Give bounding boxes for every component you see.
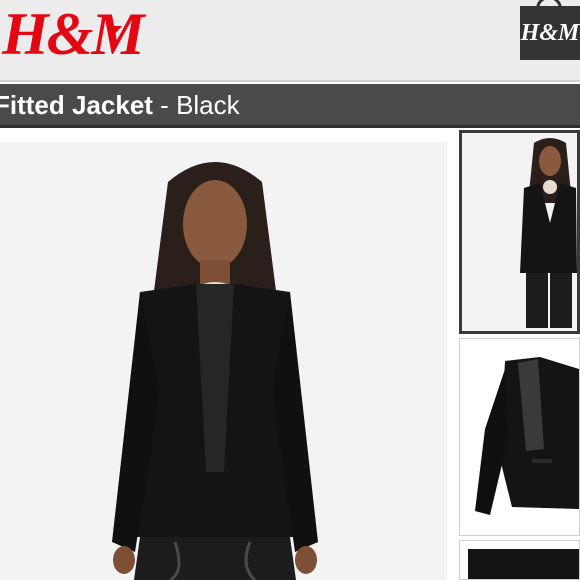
title-separator: - bbox=[152, 90, 177, 120]
thumbnail-model[interactable] bbox=[459, 130, 580, 334]
thumbnail-jacket-flat[interactable] bbox=[459, 338, 580, 536]
thumbnail-third[interactable] bbox=[459, 540, 580, 580]
product-title: Fitted Jacket - Black bbox=[0, 90, 240, 120]
product-title-bar: Fitted Jacket - Black bbox=[0, 84, 580, 128]
shopping-bag-icon[interactable]: H&M bbox=[520, 0, 580, 60]
chevron-down-icon[interactable] bbox=[106, 26, 122, 35]
bag-handle bbox=[536, 0, 562, 16]
bag-logo-text: H&M bbox=[520, 20, 580, 46]
product-name: Fitted Jacket bbox=[0, 90, 153, 120]
brand-logo[interactable]: H&M bbox=[2, 0, 145, 70]
product-color: Black bbox=[176, 90, 240, 120]
site-header: H&M H&M bbox=[0, 0, 580, 82]
main-product-image[interactable] bbox=[0, 142, 447, 580]
